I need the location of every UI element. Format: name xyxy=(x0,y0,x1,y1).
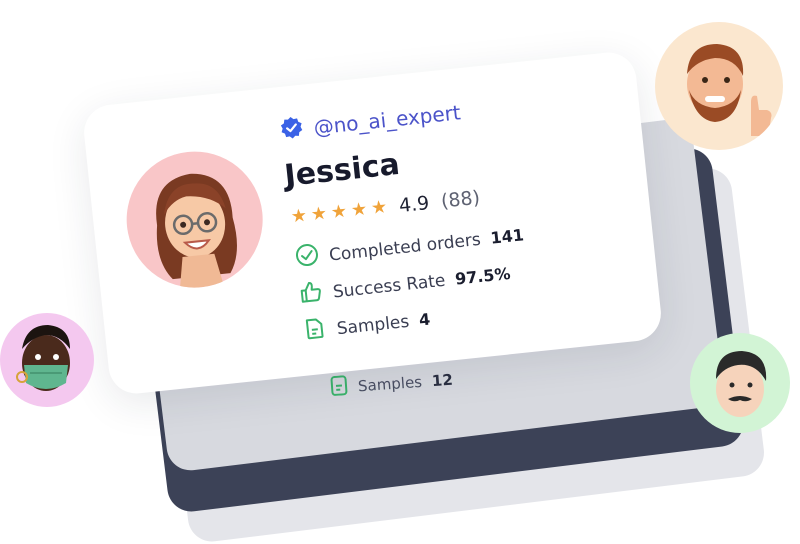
avatar[interactable] xyxy=(655,22,783,150)
rating-value: 4.9 xyxy=(398,192,430,217)
handle-row: @no_ai_expert xyxy=(278,98,462,145)
stat-samples: Samples 4 xyxy=(302,305,432,347)
document-icon xyxy=(329,375,349,400)
stat-label: Completed orders xyxy=(328,229,482,265)
star-icon: ★ xyxy=(330,203,348,223)
stat-value: 97.5% xyxy=(454,264,511,289)
rating-count[interactable]: (88) xyxy=(440,187,481,213)
username-handle[interactable]: @no_ai_expert xyxy=(312,100,461,139)
star-icon: ★ xyxy=(370,198,388,218)
document-icon xyxy=(302,315,329,346)
behind-samples-value: 12 xyxy=(431,371,453,390)
stat-label: Success Rate xyxy=(332,270,446,302)
check-circle-icon xyxy=(294,242,321,273)
profile-name: Jessica xyxy=(283,147,402,194)
avatar[interactable] xyxy=(690,333,790,433)
stat-value: 4 xyxy=(418,310,431,330)
thumbs-up-icon xyxy=(298,279,325,310)
star-icon: ★ xyxy=(350,201,368,221)
behind-samples-label: Samples xyxy=(357,373,422,395)
avatar[interactable] xyxy=(120,145,269,294)
avatar[interactable] xyxy=(0,313,94,407)
star-icon: ★ xyxy=(290,207,308,227)
verified-badge-icon xyxy=(278,115,305,145)
stat-label: Samples xyxy=(336,311,410,338)
rating-row: ★ ★ ★ ★ ★ 4.9 (88) xyxy=(290,187,481,229)
star-icon: ★ xyxy=(310,205,328,225)
profile-card[interactable]: @no_ai_expert Jessica ★ ★ ★ ★ ★ 4.9 (88)… xyxy=(81,50,663,396)
stat-value: 141 xyxy=(490,225,525,247)
